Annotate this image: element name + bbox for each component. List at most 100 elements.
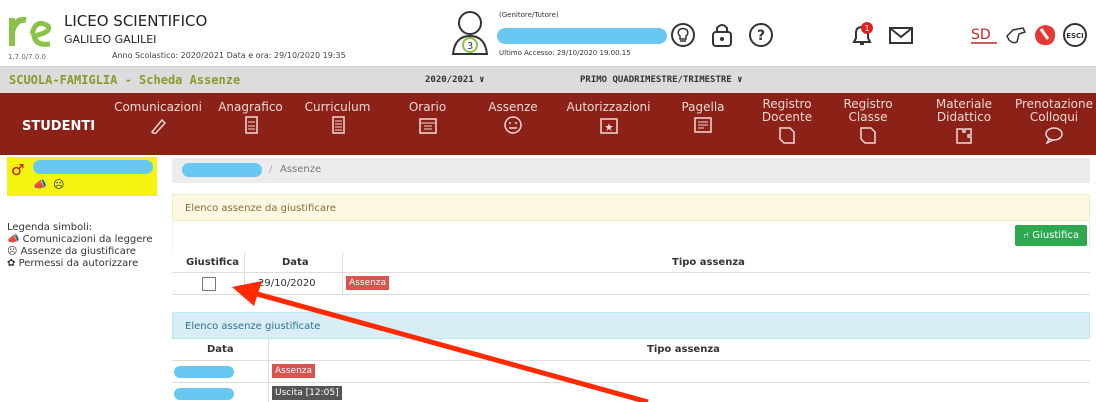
notif-count: 1 [864, 24, 869, 33]
menu-orario[interactable]: Orario [400, 101, 455, 134]
megaphone-icon[interactable]: 📣 [33, 178, 47, 191]
menu-label: Anagrafico [218, 100, 283, 114]
last-access: Ultimo Accesso: 29/10/2020 19.00.15 [499, 49, 631, 57]
main-menu: STUDENTI Comunicazioni Anagrafico Curric… [0, 93, 1096, 155]
menu-autorizzazioni[interactable]: Autorizzazioni [561, 101, 656, 134]
legend-item: ✿ Permessi da autorizzare [7, 258, 152, 270]
row-date: 29/10/2020 [258, 278, 316, 289]
legend-label: Comunicazioni da leggere [22, 234, 153, 245]
sd-logo-icon: SD [971, 27, 997, 44]
pending-toolbar: ⑁ Giustifica [172, 221, 1090, 253]
justified-panel-title: Elenco assenze giustificate [185, 321, 321, 332]
redacted-date [174, 366, 234, 378]
list-icon [331, 116, 345, 134]
pending-panel-title: Elenco assenze da giustificare [185, 203, 336, 214]
logo-icon [9, 16, 52, 47]
justified-table-header: Data Tipo assenza [172, 339, 1090, 361]
avatar-badge: 3 [467, 41, 473, 52]
table-row: Uscita [12:05] [172, 383, 1090, 402]
menu-registro-classe[interactable]: Registro Classe [838, 98, 898, 144]
crumb-separator: / [269, 164, 273, 175]
menu-curriculum[interactable]: Curriculum [300, 101, 375, 134]
assenza-badge: Assenza [272, 364, 316, 378]
pending-table-header: Giustifica Data Tipo assenza [172, 253, 1090, 273]
document-icon [244, 116, 258, 134]
lock-icon[interactable] [709, 22, 735, 48]
menu-label: Pagella [681, 100, 725, 114]
menu-assenze[interactable]: Assenze [483, 101, 543, 134]
user-avatar-icon[interactable]: 3 [451, 10, 489, 58]
menu-materiale-didattico[interactable]: Materiale Didattico [928, 98, 1000, 144]
giustifica-checkbox[interactable] [202, 277, 216, 291]
menu-prenotazione-colloqui[interactable]: Prenotazione Colloqui [1012, 98, 1096, 144]
assenza-badge: Assenza [346, 276, 390, 290]
students-label: STUDENTI [22, 119, 96, 134]
pending-panel-header: Elenco assenze da giustificare [172, 194, 1090, 221]
top-header: LICEO SCIENTIFICO GALILEO GALILEI 1.7.0/… [0, 0, 1096, 66]
legend-label: Permessi da autorizzare [18, 258, 139, 269]
school-year-info: Anno Scolastico: 2020/2021 Data e ora: 2… [112, 51, 346, 60]
legend-item: 📣 Comunicazioni da leggere [7, 234, 152, 246]
col-giustifica: Giustifica [186, 257, 240, 268]
redacted-username [497, 28, 667, 44]
menu-anagrafico[interactable]: Anagrafico [213, 101, 288, 134]
red-app-icon[interactable] [1032, 22, 1058, 48]
page-title: SCUOLA-FAMIGLIA - Scheda Assenze [9, 73, 241, 87]
redacted-crumb[interactable] [182, 163, 262, 177]
bell-icon[interactable]: 1 [849, 22, 875, 48]
legend: Legenda simboli: 📣 Comunicazioni da legg… [7, 222, 152, 270]
menu-label: Autorizzazioni [566, 100, 651, 114]
book-icon [860, 127, 876, 144]
legend-label: Assenze da giustificare [20, 246, 136, 257]
giustifica-button[interactable]: ⑁ Giustifica [1015, 225, 1087, 246]
menu-label: Orario [408, 100, 447, 114]
pen-icon [150, 118, 167, 134]
menu-label: Prenotazione Colloqui [1014, 97, 1094, 124]
school-name: LICEO SCIENTIFICO [64, 12, 208, 30]
calendar-star-icon [599, 118, 618, 134]
uscita-badge: Uscita [12:05] [272, 386, 342, 400]
student-card[interactable]: ♂ 📣 ☹ [7, 157, 157, 196]
paw-icon: ✿ [7, 258, 16, 269]
exit-label: ESCI [1066, 32, 1084, 40]
svg-text:?: ? [757, 28, 765, 44]
menu-pagella[interactable]: Pagella [673, 101, 733, 134]
menu-label: Materiale Didattico [935, 97, 993, 124]
crumb-current: Assenze [280, 164, 322, 175]
year-select[interactable]: 2020/2021 ∨ [425, 75, 485, 85]
book-icon [779, 127, 795, 144]
table-row: Assenza [172, 361, 1090, 383]
lightbulb-icon[interactable] [670, 22, 696, 48]
legend-title: Legenda simboli: [7, 222, 93, 233]
col-data: Data [207, 344, 234, 355]
report-icon [694, 117, 712, 133]
menu-comunicazioni[interactable]: Comunicazioni [113, 101, 203, 134]
brand-text: SD [971, 27, 991, 43]
male-icon: ♂ [11, 161, 25, 179]
megaphone-icon: 📣 [7, 234, 20, 245]
version-text: 1.7.0/7.0.0 [8, 53, 46, 61]
help-icon[interactable]: ? [748, 22, 774, 48]
chat-icon [1045, 127, 1063, 144]
exit-icon[interactable]: ESCI [1062, 22, 1088, 48]
menu-registro-docente[interactable]: Registro Docente [752, 98, 822, 144]
col-data: Data [282, 257, 309, 268]
col-tipo: Tipo assenza [672, 257, 745, 268]
menu-label: Comunicazioni [114, 100, 202, 114]
frown-icon[interactable]: ☹ [53, 178, 64, 191]
period-select[interactable]: PRIMO QUADRIMESTRE/TRIMESTRE ∨ [580, 75, 743, 85]
menu-label: Registro Classe [843, 97, 893, 124]
menu-label: Assenze [488, 100, 538, 114]
smiley-icon [504, 116, 522, 134]
mail-icon[interactable] [888, 22, 914, 48]
col-tipo: Tipo assenza [647, 344, 720, 355]
redacted-student-name [33, 160, 153, 174]
menu-label: Curriculum [304, 100, 371, 114]
context-bar: SCUOLA-FAMIGLIA - Scheda Assenze 2020/20… [0, 66, 1096, 93]
breadcrumb: / Assenze [172, 158, 1090, 183]
redacted-date [174, 388, 234, 400]
menu-label: Registro Docente [761, 97, 813, 124]
frown-icon: ☹ [7, 246, 18, 257]
legend-item: ☹ Assenze da giustificare [7, 246, 152, 258]
hand-icon[interactable] [1003, 22, 1029, 48]
